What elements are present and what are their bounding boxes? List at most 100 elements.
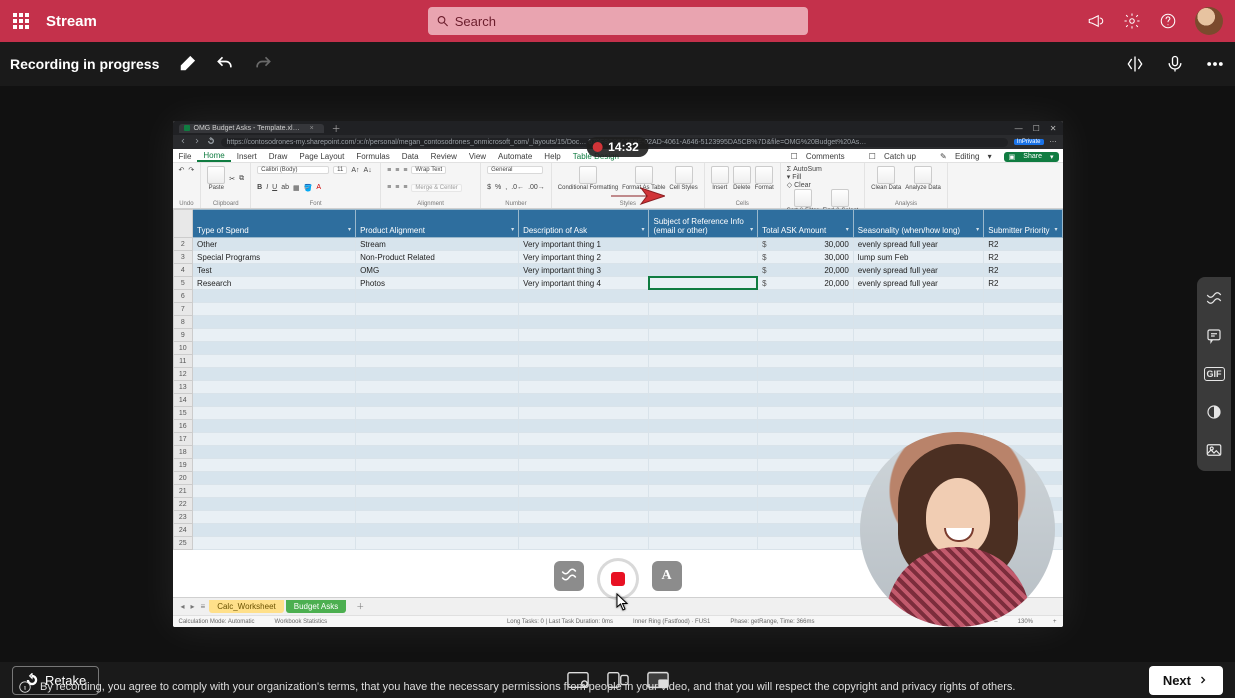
table-row[interactable]: 8 (173, 316, 1062, 329)
megaphone-icon[interactable] (1087, 12, 1105, 30)
back-button[interactable] (179, 137, 187, 147)
undo-icon[interactable]: ↶ (179, 166, 185, 174)
insert-cells-button[interactable]: Insert (711, 166, 729, 191)
stop-recording-button[interactable] (600, 561, 636, 597)
webcam-overlay[interactable] (860, 432, 1055, 627)
window-controls[interactable]: —☐✕ (1015, 124, 1057, 133)
table-row[interactable]: 9 (173, 329, 1062, 342)
help-icon[interactable] (1159, 12, 1177, 30)
table-row[interactable]: 4 TestOMG Very important thing 3 20,000e… (173, 264, 1062, 277)
redo-button[interactable] (253, 54, 273, 74)
table-row[interactable]: 16 (173, 420, 1062, 433)
menu-data[interactable]: Data (396, 152, 425, 162)
table-row[interactable]: 12 (173, 368, 1062, 381)
table-row[interactable]: 6 (173, 290, 1062, 303)
excel-ribbon: ↶↷Undo Paste✂⧉Clipboard Calibri (Body) 1… (173, 163, 1063, 209)
draw-tool-button[interactable] (1201, 285, 1227, 311)
menu-help[interactable]: Help (538, 152, 566, 162)
forward-button[interactable] (193, 137, 201, 147)
sheet-nav-next[interactable]: ▸ (189, 602, 197, 611)
close-tab-icon[interactable]: × (310, 125, 314, 132)
share-button[interactable]: ▣ Share ▾ (1004, 152, 1059, 162)
user-avatar[interactable] (1195, 7, 1223, 35)
merge-center-button[interactable]: Merge & Center (411, 184, 461, 192)
sheet-nav-prev[interactable]: ◂ (179, 602, 187, 611)
underline-button[interactable]: U (272, 184, 277, 191)
analyze-data-button[interactable]: Analyze Data (905, 166, 941, 191)
menu-insert[interactable]: Insert (231, 152, 263, 162)
table-row[interactable]: 11 (173, 355, 1062, 368)
clear-annotations-button[interactable] (554, 561, 584, 591)
text-annotation-button[interactable]: A (652, 561, 682, 591)
increase-font-icon[interactable]: A↑ (351, 167, 359, 174)
format-as-table-button[interactable]: Format As Table (622, 166, 665, 191)
menu-file[interactable]: File (173, 152, 198, 162)
app-launcher-button[interactable] (0, 0, 42, 42)
table-row[interactable]: 5 ResearchPhotos Very important thing 4 … (173, 277, 1062, 290)
table-row[interactable]: 7 (173, 303, 1062, 316)
comments-button[interactable]: ☐ Comments (784, 152, 856, 162)
menu-review[interactable]: Review (425, 152, 463, 162)
refresh-button[interactable] (207, 137, 215, 147)
border-button[interactable]: ▦ (293, 184, 300, 192)
decrease-font-icon[interactable]: A↓ (364, 167, 372, 174)
menu-draw[interactable]: Draw (263, 152, 294, 162)
gif-tool-button[interactable]: GIF (1201, 361, 1227, 387)
table-row[interactable]: 2 OtherStream Very important thing 1 30,… (173, 238, 1062, 251)
menu-home[interactable]: Home (197, 151, 230, 162)
eraser-icon[interactable] (177, 54, 197, 74)
image-tool-button[interactable] (1201, 437, 1227, 463)
number-format-select[interactable]: General (487, 166, 543, 174)
autosum-button[interactable]: Σ AutoSum (787, 166, 822, 173)
all-sheets-button[interactable]: ≡ (199, 602, 208, 611)
table-row[interactable]: 15 (173, 407, 1062, 420)
sheet-tab-calc[interactable]: Calc_Worksheet (209, 600, 284, 613)
italic-button[interactable]: I (266, 184, 268, 191)
settings-gear-icon[interactable] (1123, 12, 1141, 30)
table-row[interactable]: 14 (173, 394, 1062, 407)
menu-formulas[interactable]: Formulas (350, 152, 395, 162)
delete-cells-button[interactable]: Delete (733, 166, 751, 191)
font-color-button[interactable]: A (316, 184, 321, 191)
bold-button[interactable]: B (257, 184, 262, 191)
format-cells-button[interactable]: Format (755, 166, 774, 191)
search-box[interactable] (428, 7, 808, 35)
undo-button[interactable] (215, 54, 235, 74)
mirror-icon[interactable] (1125, 54, 1145, 74)
strike-button[interactable]: ab (281, 184, 289, 191)
workbook-stats-label[interactable]: Workbook Statistics (275, 619, 328, 625)
more-options-icon[interactable] (1205, 54, 1225, 74)
note-tool-button[interactable] (1201, 323, 1227, 349)
table-row[interactable]: 10 (173, 342, 1062, 355)
fill-button[interactable]: ▾ Fill (787, 173, 801, 181)
paste-button[interactable]: Paste (207, 166, 225, 191)
conditional-formatting-button[interactable]: Conditional Formatting (558, 166, 618, 191)
microphone-icon[interactable] (1165, 54, 1185, 74)
wrap-text-button[interactable]: Wrap Text (411, 166, 446, 174)
clean-data-button[interactable]: Clean Data (871, 166, 901, 191)
table-row[interactable]: 3 Special ProgramsNon-Product Related Ve… (173, 251, 1062, 264)
menu-pagelayout[interactable]: Page Layout (293, 152, 350, 162)
cell-styles-button[interactable]: Cell Styles (669, 166, 697, 191)
editing-dropdown[interactable]: ✎ Editing ▾ (934, 152, 998, 162)
profile-badge[interactable]: InPrivate (1014, 139, 1044, 145)
add-sheet-button[interactable]: ＋ (348, 599, 372, 614)
copy-icon[interactable]: ⧉ (239, 175, 244, 183)
browser-tab[interactable]: OMG Budget Asks - Template.xl…× (179, 124, 324, 133)
redo-icon[interactable]: ↷ (188, 166, 194, 174)
catchup-button[interactable]: ☐ Catch up (863, 152, 928, 162)
search-input[interactable] (455, 14, 800, 29)
font-name-select[interactable]: Calibri (Body) (257, 166, 329, 174)
fill-color-button[interactable]: 🪣 (304, 184, 313, 192)
font-size-select[interactable]: 11 (333, 166, 347, 174)
shape-tool-button[interactable] (1201, 399, 1227, 425)
browser-menu-icon[interactable]: ⋯ (1050, 138, 1057, 146)
menu-view[interactable]: View (463, 152, 492, 162)
clear-button[interactable]: ◇ Clear (787, 181, 811, 189)
new-tab-button[interactable]: ＋ (332, 122, 341, 135)
menu-automate[interactable]: Automate (492, 152, 538, 162)
cut-icon[interactable]: ✂ (229, 175, 235, 183)
table-row[interactable]: 13 (173, 381, 1062, 394)
recording-timer: 14:32 (608, 140, 639, 154)
sheet-tab-budget[interactable]: Budget Asks (286, 600, 346, 613)
